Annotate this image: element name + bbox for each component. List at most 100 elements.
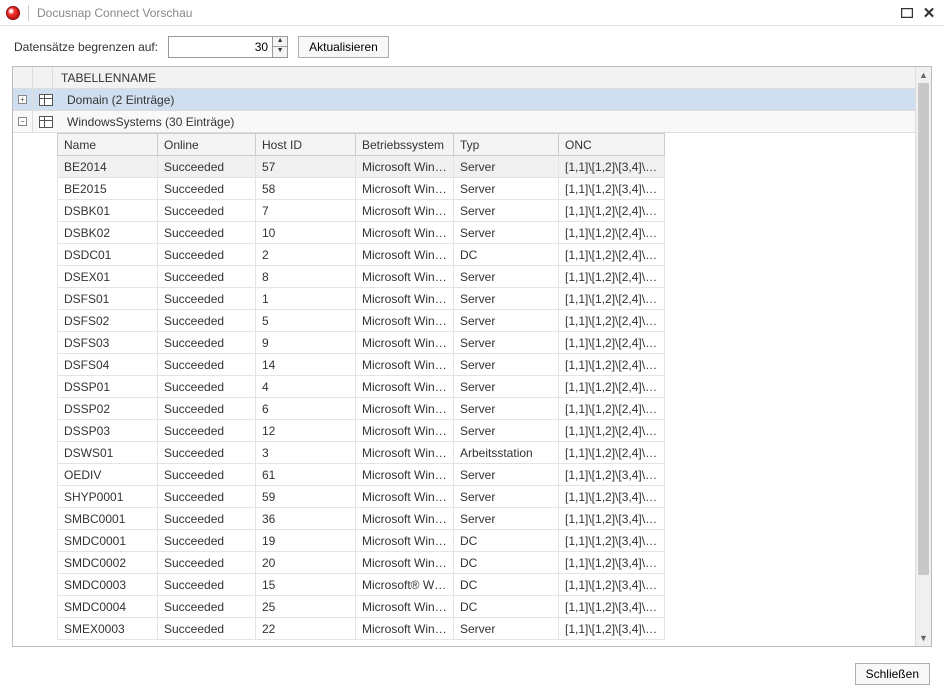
table-row[interactable]: SMDC0003Succeeded15Microsoft® Win...DC[1…: [58, 574, 665, 596]
cell-os: Microsoft Wind...: [356, 266, 454, 288]
cell-host: 15: [256, 574, 356, 596]
cell-onc: [1,1]\[1,2]\[2,4]\[...: [559, 442, 665, 464]
cell-typ: Server: [454, 508, 559, 530]
cell-host: 3: [256, 442, 356, 464]
cell-os: Microsoft Wind...: [356, 354, 454, 376]
table-row[interactable]: BE2015Succeeded58Microsoft Wind...Server…: [58, 178, 665, 200]
cell-os: Microsoft Wind...: [356, 332, 454, 354]
refresh-button[interactable]: Aktualisieren: [298, 36, 389, 58]
cell-typ: Server: [454, 200, 559, 222]
close-dialog-button[interactable]: Schließen: [855, 663, 930, 685]
indent-cell: [33, 67, 53, 89]
table-icon: [39, 94, 53, 106]
cell-host: 36: [256, 508, 356, 530]
scroll-track[interactable]: [916, 83, 931, 630]
cell-onc: [1,1]\[1,2]\[2,4]\[...: [559, 354, 665, 376]
cell-name: DSFS03: [58, 332, 158, 354]
col-onc[interactable]: ONC: [559, 134, 665, 156]
table-row[interactable]: DSBK02Succeeded10Microsoft Wind...Server…: [58, 222, 665, 244]
scroll-up-icon[interactable]: ▲: [916, 67, 931, 83]
cell-typ: DC: [454, 574, 559, 596]
cell-name: DSDC01: [58, 244, 158, 266]
cell-name: DSBK02: [58, 222, 158, 244]
cell-onc: [1,1]\[1,2]\[2,4]\[...: [559, 420, 665, 442]
cell-online: Succeeded: [158, 508, 256, 530]
limit-label: Datensätze begrenzen auf:: [14, 40, 158, 54]
cell-os: Microsoft Wind...: [356, 376, 454, 398]
titlebar: Docusnap Connect Vorschau ✕: [0, 0, 944, 26]
col-online[interactable]: Online: [158, 134, 256, 156]
col-typ[interactable]: Typ: [454, 134, 559, 156]
spinner-down-icon[interactable]: ▼: [273, 47, 287, 57]
expander-cell: −: [13, 111, 33, 133]
col-os[interactable]: Betriebssystem: [356, 134, 454, 156]
table-row[interactable]: DSFS02Succeeded5Microsoft Wind...Server[…: [58, 310, 665, 332]
cell-host: 9: [256, 332, 356, 354]
table-row[interactable]: DSSP03Succeeded12Microsoft Wind...Server…: [58, 420, 665, 442]
cell-onc: [1,1]\[1,2]\[2,4]\[...: [559, 288, 665, 310]
table-row[interactable]: SMDC0001Succeeded19Microsoft Wind...DC[1…: [58, 530, 665, 552]
col-name[interactable]: Name: [58, 134, 158, 156]
table-row[interactable]: SMDC0002Succeeded20Microsoft Wind...DC[1…: [58, 552, 665, 574]
col-hostid[interactable]: Host ID: [256, 134, 356, 156]
cell-onc: [1,1]\[1,2]\[2,4]\[...: [559, 222, 665, 244]
table-row[interactable]: BE2014Succeeded57Microsoft Wind...Server…: [58, 156, 665, 178]
expand-icon[interactable]: +: [18, 95, 27, 104]
cell-onc: [1,1]\[1,2]\[3,4]\[...: [559, 508, 665, 530]
cell-onc: [1,1]\[1,2]\[2,4]\[...: [559, 266, 665, 288]
cell-name: DSSP02: [58, 398, 158, 420]
scroll-thumb[interactable]: [918, 83, 929, 575]
table-row[interactable]: DSWS01Succeeded3Microsoft Wind...Arbeits…: [58, 442, 665, 464]
cell-host: 10: [256, 222, 356, 244]
cell-host: 8: [256, 266, 356, 288]
cell-host: 4: [256, 376, 356, 398]
table-row[interactable]: DSSP02Succeeded6Microsoft Wind...Server[…: [58, 398, 665, 420]
maximize-icon: [901, 8, 913, 18]
table-row[interactable]: DSSP01Succeeded4Microsoft Wind...Server[…: [58, 376, 665, 398]
cell-typ: Server: [454, 310, 559, 332]
cell-host: 25: [256, 596, 356, 618]
table-row[interactable]: DSEX01Succeeded8Microsoft Wind...Server[…: [58, 266, 665, 288]
cell-online: Succeeded: [158, 398, 256, 420]
cell-online: Succeeded: [158, 530, 256, 552]
limit-input[interactable]: [169, 40, 272, 54]
spinner-up-icon[interactable]: ▲: [273, 37, 287, 47]
close-button[interactable]: ✕: [920, 4, 938, 22]
table-row[interactable]: SMEX0003Succeeded22Microsoft Wind...Serv…: [58, 618, 665, 640]
table-icon-cell: [33, 94, 59, 106]
table-row[interactable]: DSFS03Succeeded9Microsoft Wind...Server[…: [58, 332, 665, 354]
cell-os: Microsoft Wind...: [356, 552, 454, 574]
table-row[interactable]: SMDC0004Succeeded25Microsoft Wind...DC[1…: [58, 596, 665, 618]
cell-host: 6: [256, 398, 356, 420]
cell-os: Microsoft Wind...: [356, 222, 454, 244]
table-row[interactable]: DSBK01Succeeded7Microsoft Wind...Server[…: [58, 200, 665, 222]
table-row[interactable]: DSFS01Succeeded1Microsoft Wind...Server[…: [58, 288, 665, 310]
vertical-scrollbar[interactable]: ▲ ▼: [915, 67, 931, 646]
table-icon-cell: [33, 116, 59, 128]
cell-onc: [1,1]\[1,2]\[3,4]\[...: [559, 530, 665, 552]
cell-typ: Server: [454, 178, 559, 200]
cell-os: Microsoft® Win...: [356, 574, 454, 596]
group-row-windowssystems[interactable]: − WindowsSystems (30 Einträge): [13, 111, 915, 133]
group-row-domain[interactable]: + Domain (2 Einträge): [13, 89, 915, 111]
cell-onc: [1,1]\[1,2]\[3,4]\[...: [559, 486, 665, 508]
scroll-down-icon[interactable]: ▼: [916, 630, 931, 646]
limit-spinner[interactable]: ▲ ▼: [168, 36, 288, 58]
close-icon: ✕: [923, 4, 936, 22]
cell-name: SMBC0001: [58, 508, 158, 530]
table-row[interactable]: OEDIVSucceeded61Microsoft Wind...Server[…: [58, 464, 665, 486]
table-row[interactable]: SMBC0001Succeeded36Microsoft Wind...Serv…: [58, 508, 665, 530]
cell-host: 1: [256, 288, 356, 310]
table-row[interactable]: DSDC01Succeeded2Microsoft Wind...DC[1,1]…: [58, 244, 665, 266]
collapse-icon[interactable]: −: [18, 117, 27, 126]
cell-host: 20: [256, 552, 356, 574]
toolbar: Datensätze begrenzen auf: ▲ ▼ Aktualisie…: [0, 26, 944, 66]
cell-os: Microsoft Wind...: [356, 442, 454, 464]
indent-cell: [13, 67, 33, 89]
cell-online: Succeeded: [158, 442, 256, 464]
cell-onc: [1,1]\[1,2]\[2,4]\[...: [559, 244, 665, 266]
table-row[interactable]: DSFS04Succeeded14Microsoft Wind...Server…: [58, 354, 665, 376]
cell-os: Microsoft Wind...: [356, 178, 454, 200]
maximize-button[interactable]: [898, 4, 916, 22]
table-row[interactable]: SHYP0001Succeeded59Microsoft Wind...Serv…: [58, 486, 665, 508]
